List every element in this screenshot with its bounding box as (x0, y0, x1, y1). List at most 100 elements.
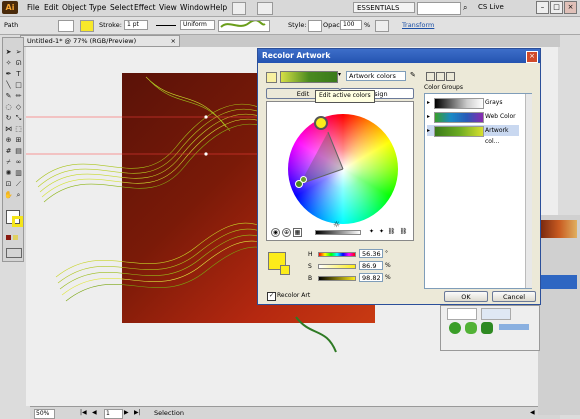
anchor-point[interactable] (204, 152, 208, 156)
minimize-icon[interactable]: – (536, 1, 549, 14)
direct-selection-tool-icon[interactable]: ➢ (14, 48, 23, 57)
ok-button[interactable]: OK (444, 291, 488, 302)
scroll-left-icon[interactable]: ◀ (530, 409, 535, 416)
new-group-icon[interactable] (436, 72, 445, 81)
recolor-artwork-icon[interactable] (375, 20, 389, 32)
active-color-marker[interactable] (314, 116, 328, 130)
link-harmony-icon[interactable]: ⛓ (387, 228, 396, 237)
next-page-icon[interactable]: ▶ (124, 409, 129, 416)
slice-tool-icon[interactable]: ⟋ (14, 180, 23, 189)
style-dropdown[interactable] (308, 20, 322, 32)
selection-tool-icon[interactable]: ➤ (4, 48, 13, 57)
color-bars-icon[interactable]: ▦ (293, 228, 302, 237)
brush-swatch[interactable] (499, 324, 529, 330)
document-tab[interactable]: Untitled-1* @ 77% (RGB/Preview) × (20, 35, 180, 47)
first-page-icon[interactable]: |◀ (80, 409, 87, 416)
lasso-tool-icon[interactable]: ᘏ (14, 59, 23, 68)
hue-field[interactable]: 56.36 (359, 249, 383, 258)
stroke-color-icon[interactable] (12, 216, 23, 227)
stroke-weight-field[interactable]: 1 pt (124, 20, 148, 30)
search-input[interactable] (417, 2, 461, 15)
paintbrush-tool-icon[interactable]: ✎ (4, 92, 13, 101)
gradient-tool-icon[interactable]: ▤ (14, 147, 23, 156)
recolor-art-checkbox[interactable]: ✓ (267, 292, 276, 301)
anchor-point[interactable] (204, 115, 208, 119)
rectangle-tool-icon[interactable]: □ (14, 81, 23, 90)
brightness-field[interactable]: 98.82 (359, 273, 383, 282)
mesh-tool-icon[interactable]: # (4, 147, 13, 156)
width-tool-icon[interactable]: ⋈ (4, 125, 13, 134)
pen-tool-icon[interactable]: ✒ (4, 70, 13, 79)
menu-help[interactable]: Help (210, 3, 227, 12)
color-group-row-selected[interactable]: ▸ Artwork col... (427, 125, 519, 145)
type-tool-icon[interactable]: T (14, 70, 23, 79)
screen-mode-icon[interactable] (6, 248, 22, 258)
previous-page-icon[interactable]: ◀ (92, 409, 97, 416)
shape-builder-tool-icon[interactable]: ⊕ (4, 136, 13, 145)
unlink-harmony-icon[interactable]: ⛓ (399, 228, 408, 237)
brush-swatch[interactable] (465, 322, 477, 334)
brightness-value-slider[interactable] (318, 276, 356, 281)
magic-wand-tool-icon[interactable]: ✧ (4, 59, 13, 68)
scale-tool-icon[interactable]: ⤡ (14, 114, 23, 123)
swatches-strip[interactable] (541, 220, 577, 238)
menu-file[interactable]: File (27, 3, 40, 12)
menu-effect[interactable]: Effect (134, 3, 156, 12)
cs-live-button[interactable]: CS Live (478, 3, 504, 11)
blend-tool-icon[interactable]: ∞ (14, 158, 23, 167)
color-mode-icon[interactable] (6, 235, 11, 240)
disclosure-icon[interactable]: ▸ (427, 97, 430, 108)
delete-group-icon[interactable] (446, 72, 455, 81)
workspace-switcher[interactable]: ESSENTIALS (353, 2, 415, 13)
column-graph-tool-icon[interactable]: ▥ (14, 169, 23, 178)
color-groups-scrollbar[interactable] (525, 94, 532, 288)
edit-preset-icon[interactable]: ✎ (410, 71, 416, 79)
color-group-name-field[interactable]: Artwork colors (346, 71, 406, 81)
dialog-close-icon[interactable]: × (526, 51, 538, 63)
disclosure-icon[interactable]: ▸ (427, 111, 430, 122)
color-group-row[interactable]: ▸ Grays (427, 97, 519, 109)
zoom-tool-icon[interactable]: ⌕ (14, 191, 23, 200)
artboard-tool-icon[interactable]: ⊡ (4, 180, 13, 189)
hue-slider[interactable] (318, 252, 356, 257)
brush-swatch[interactable] (481, 322, 493, 334)
maximize-icon[interactable]: □ (550, 1, 563, 14)
stroke-swatch[interactable] (80, 20, 94, 32)
status-mode[interactable]: Selection (154, 409, 184, 417)
menu-type[interactable]: Type (89, 3, 106, 12)
add-color-tool-icon[interactable]: ✦ (367, 228, 376, 237)
brush-definition-dropdown[interactable] (218, 20, 270, 32)
panel-header[interactable] (541, 275, 577, 289)
disclosure-icon[interactable]: ▸ (427, 125, 430, 136)
free-transform-tool-icon[interactable]: ⬚ (14, 125, 23, 134)
menu-window[interactable]: Window (180, 3, 210, 12)
fill-swatch[interactable] (58, 20, 74, 32)
brush-swatch[interactable] (449, 322, 461, 334)
strip-dropdown-icon[interactable]: ▾ (338, 71, 341, 78)
blob-brush-tool-icon[interactable]: ◌ (4, 103, 13, 112)
menu-view[interactable]: View (159, 3, 177, 12)
close-icon[interactable]: × (564, 1, 577, 14)
perspective-grid-tool-icon[interactable]: ⊞ (14, 136, 23, 145)
symbol-sprayer-tool-icon[interactable]: ✺ (4, 169, 13, 178)
saturation-slider[interactable] (318, 264, 356, 269)
arrange-documents-icon[interactable] (257, 2, 273, 15)
eraser-tool-icon[interactable]: ◇ (14, 103, 23, 112)
brush-swatch[interactable] (447, 308, 477, 320)
save-group-icon[interactable] (426, 72, 435, 81)
search-icon[interactable]: ⌕ (463, 3, 467, 13)
opacity-field[interactable]: 100 (340, 20, 362, 30)
color-marker[interactable] (300, 176, 307, 183)
smooth-wheel-icon[interactable]: ◉ (271, 228, 280, 237)
brightness-slider[interactable] (315, 230, 361, 235)
last-page-icon[interactable]: ▶| (134, 409, 141, 416)
transform-link[interactable]: Transform (402, 21, 434, 29)
eyedropper-tool-icon[interactable]: ⌿ (4, 158, 13, 167)
pencil-tool-icon[interactable]: ✏ (14, 92, 23, 101)
remove-color-tool-icon[interactable]: ✦ (377, 228, 386, 237)
cancel-button[interactable]: Cancel (492, 291, 536, 302)
color-group-row[interactable]: ▸ Web Color ... (427, 111, 519, 131)
menu-edit[interactable]: Edit (44, 3, 59, 12)
gradient-mode-icon[interactable] (13, 235, 18, 240)
stroke-profile-dropdown[interactable]: Uniform (180, 20, 215, 30)
